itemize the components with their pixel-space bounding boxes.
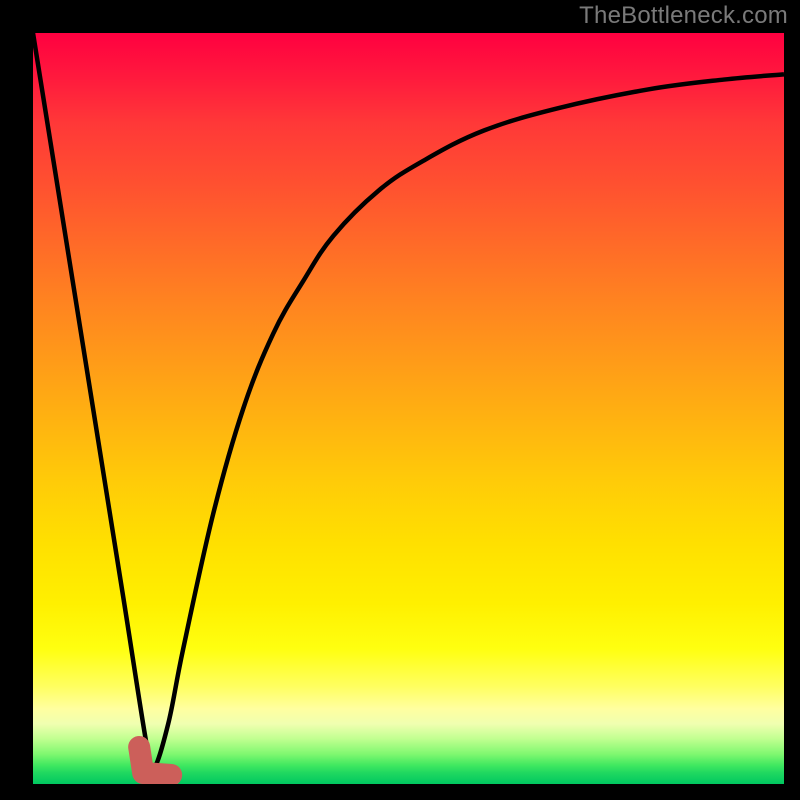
bottleneck-curve-path [33,33,784,770]
chart-plot-area [33,33,784,784]
min-marker [139,747,171,775]
chart-svg [33,33,784,784]
chart-frame: TheBottleneck.com [0,0,800,800]
watermark-text: TheBottleneck.com [579,2,788,30]
